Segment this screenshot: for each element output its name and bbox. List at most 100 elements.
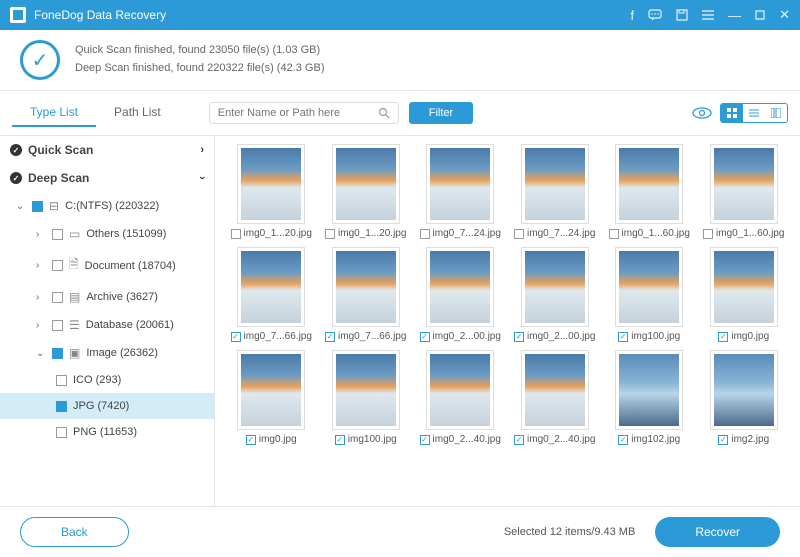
- menu-icon[interactable]: [702, 10, 714, 20]
- sidebar-others[interactable]: › ▭ Others (151099): [0, 220, 214, 248]
- thumbnail-item[interactable]: ✓ img100.jpg: [322, 350, 411, 445]
- sidebar-png[interactable]: PNG (11653): [0, 419, 214, 445]
- thumbnail-image[interactable]: [521, 247, 589, 327]
- preview-icon[interactable]: [692, 106, 712, 120]
- checkbox-icon[interactable]: ✓: [618, 332, 628, 342]
- search-box[interactable]: [209, 102, 399, 124]
- checkbox-icon[interactable]: ✓: [335, 435, 345, 445]
- thumbnail-image[interactable]: [710, 350, 778, 430]
- facebook-icon[interactable]: f: [630, 8, 634, 23]
- archive-label: Archive (3627): [86, 291, 158, 303]
- thumbnail-item[interactable]: ✓ img0_2...00.jpg: [416, 247, 505, 342]
- selection-status: Selected 12 items/9.43 MB: [504, 526, 635, 538]
- maximize-icon[interactable]: [755, 10, 765, 20]
- checkbox-icon[interactable]: [609, 229, 619, 239]
- checkbox-icon[interactable]: ✓: [420, 435, 430, 445]
- checkbox-icon[interactable]: [52, 348, 63, 359]
- thumbnail-image[interactable]: [615, 350, 683, 430]
- checkbox-icon[interactable]: ✓: [514, 435, 524, 445]
- sidebar-jpg[interactable]: JPG (7420): [0, 393, 214, 419]
- checkbox-icon[interactable]: [56, 375, 67, 386]
- filter-button[interactable]: Filter: [409, 102, 473, 124]
- thumbnail-item[interactable]: ✓ img102.jpg: [605, 350, 694, 445]
- checkbox-icon[interactable]: [703, 229, 713, 239]
- thumbnail-item[interactable]: img0_7...24.jpg: [416, 144, 505, 239]
- thumbnail-image[interactable]: [237, 350, 305, 430]
- recover-button[interactable]: Recover: [655, 517, 780, 547]
- checkbox-icon[interactable]: [231, 229, 241, 239]
- thumbnail-item[interactable]: img0_7...24.jpg: [511, 144, 600, 239]
- view-list-icon[interactable]: [743, 104, 765, 122]
- checkbox-icon[interactable]: ✓: [420, 332, 430, 342]
- thumbnail-image[interactable]: [710, 247, 778, 327]
- checkbox-icon[interactable]: [56, 401, 67, 412]
- sidebar-drive[interactable]: ⌄ ⊟ C:(NTFS) (220322): [0, 192, 214, 220]
- checkbox-icon[interactable]: ✓: [246, 435, 256, 445]
- thumbnail-item[interactable]: ✓ img100.jpg: [605, 247, 694, 342]
- thumbnail-item[interactable]: ✓ img0_2...40.jpg: [511, 350, 600, 445]
- thumbnail-image[interactable]: [615, 247, 683, 327]
- sidebar-ico[interactable]: ICO (293): [0, 367, 214, 393]
- thumbnail-item[interactable]: img0_1...20.jpg: [322, 144, 411, 239]
- thumbnail-image[interactable]: [237, 144, 305, 224]
- thumbnail-item[interactable]: ✓ img0.jpg: [227, 350, 316, 445]
- view-grid-icon[interactable]: [721, 104, 743, 122]
- search-input[interactable]: [218, 107, 378, 119]
- close-icon[interactable]: ✕: [779, 7, 790, 23]
- checkbox-icon[interactable]: ✓: [618, 435, 628, 445]
- checkbox-icon[interactable]: [325, 229, 335, 239]
- app-title: FoneDog Data Recovery: [34, 8, 630, 22]
- png-label: PNG (11653): [73, 426, 137, 438]
- sidebar-document[interactable]: › 🗎 Document (18704): [0, 248, 214, 283]
- checkbox-icon[interactable]: ✓: [514, 332, 524, 342]
- sidebar-archive[interactable]: › ▤ Archive (3627): [0, 283, 214, 311]
- thumbnail-item[interactable]: ✓ img2.jpg: [700, 350, 789, 445]
- back-button[interactable]: Back: [20, 517, 129, 547]
- thumbnail-image[interactable]: [332, 350, 400, 430]
- checkbox-icon[interactable]: [56, 427, 67, 438]
- minimize-icon[interactable]: —: [728, 8, 741, 23]
- view-detail-icon[interactable]: [765, 104, 787, 122]
- thumbnail-image[interactable]: [521, 144, 589, 224]
- thumbnail-item[interactable]: ✓ img0_7...66.jpg: [322, 247, 411, 342]
- thumbnail-item[interactable]: ✓ img0_2...40.jpg: [416, 350, 505, 445]
- checkbox-icon[interactable]: [514, 229, 524, 239]
- checkbox-icon[interactable]: ✓: [325, 332, 335, 342]
- jpg-label: JPG (7420): [73, 400, 129, 412]
- thumbnail-image[interactable]: [426, 247, 494, 327]
- checkbox-icon[interactable]: [52, 292, 63, 303]
- checkbox-icon[interactable]: [32, 201, 43, 212]
- thumbnail-item[interactable]: ✓ img0_2...00.jpg: [511, 247, 600, 342]
- thumbnail-image[interactable]: [237, 247, 305, 327]
- checkbox-icon[interactable]: ✓: [718, 435, 728, 445]
- thumbnail-item[interactable]: img0_1...60.jpg: [700, 144, 789, 239]
- thumbnail-image[interactable]: [710, 144, 778, 224]
- thumbnail-image[interactable]: [615, 144, 683, 224]
- search-icon[interactable]: [378, 107, 390, 119]
- thumbnail-image[interactable]: [332, 144, 400, 224]
- checkbox-icon[interactable]: ✓: [718, 332, 728, 342]
- sidebar-deep-scan[interactable]: ✓ Deep Scan ›: [0, 164, 214, 192]
- thumbnail-image[interactable]: [521, 350, 589, 430]
- thumbnail-item[interactable]: ✓ img0_7...66.jpg: [227, 247, 316, 342]
- quick-scan-label: Quick Scan: [28, 143, 93, 157]
- save-icon[interactable]: [676, 9, 688, 21]
- thumbnail-image[interactable]: [332, 247, 400, 327]
- thumbnail-item[interactable]: ✓ img0.jpg: [700, 247, 789, 342]
- checkbox-icon[interactable]: [52, 260, 63, 271]
- checkbox-icon[interactable]: [52, 320, 63, 331]
- sidebar-database[interactable]: › ☰ Database (20061): [0, 311, 214, 339]
- thumbnail-item[interactable]: img0_1...20.jpg: [227, 144, 316, 239]
- feedback-icon[interactable]: [648, 9, 662, 21]
- tab-path-list[interactable]: Path List: [96, 99, 179, 127]
- thumbnail-image[interactable]: [426, 144, 494, 224]
- checkbox-icon[interactable]: [52, 229, 63, 240]
- thumbnail-filename: img0.jpg: [259, 434, 297, 445]
- thumbnail-item[interactable]: img0_1...60.jpg: [605, 144, 694, 239]
- sidebar-quick-scan[interactable]: ✓ Quick Scan ›: [0, 136, 214, 164]
- checkbox-icon[interactable]: [420, 229, 430, 239]
- sidebar-image[interactable]: ⌄ ▣ Image (26362): [0, 339, 214, 367]
- thumbnail-image[interactable]: [426, 350, 494, 430]
- tab-type-list[interactable]: Type List: [12, 99, 96, 127]
- checkbox-icon[interactable]: ✓: [231, 332, 241, 342]
